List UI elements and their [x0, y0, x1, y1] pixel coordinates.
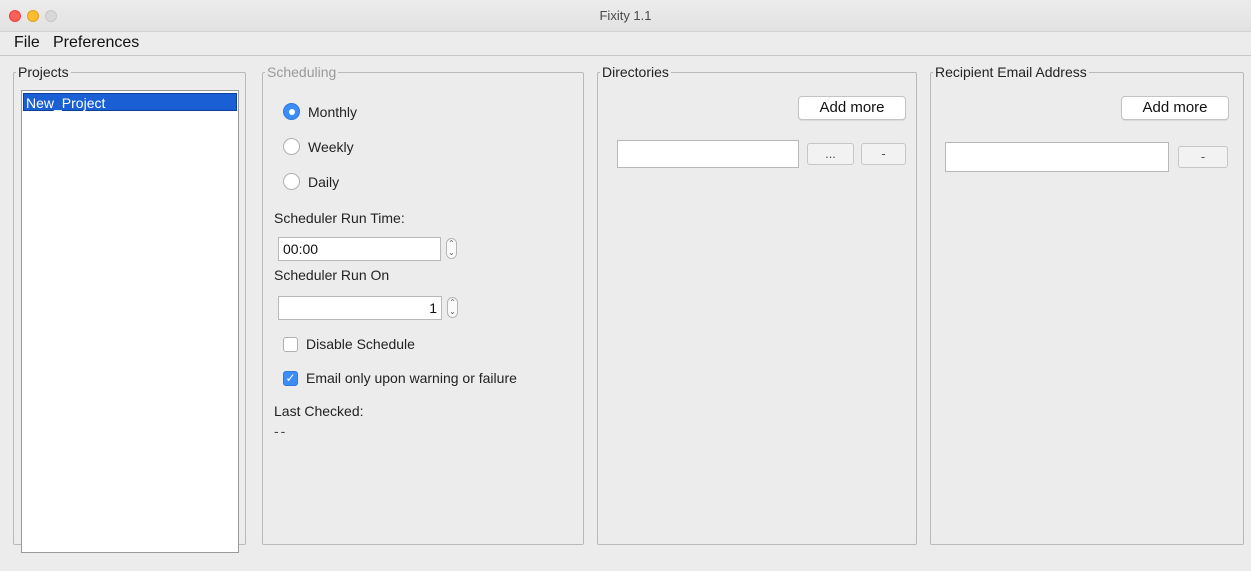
recipients-legend: Recipient Email Address	[935, 64, 1087, 80]
radio-daily[interactable]: Daily	[283, 173, 339, 190]
recipients-add-more-button[interactable]: Add more	[1121, 96, 1229, 120]
menu-preferences[interactable]: Preferences	[53, 34, 139, 52]
project-list-item[interactable]: New_Project	[23, 93, 237, 111]
projects-legend: Projects	[18, 64, 69, 80]
disable-schedule-checkbox[interactable]: Disable Schedule	[283, 336, 415, 352]
radio-monthly-label: Monthly	[308, 103, 358, 120]
recipient-email-input[interactable]	[945, 142, 1169, 172]
radio-daily-label: Daily	[308, 173, 340, 190]
checkbox-unchecked-icon[interactable]	[283, 336, 298, 352]
email-only-checkbox[interactable]: ✓ Email only upon warning or failure	[283, 370, 517, 386]
projects-panel: Projects New_Project	[13, 64, 246, 553]
directories-add-more-button[interactable]: Add more	[798, 96, 906, 120]
title-bar: Fixity 1.1	[0, 0, 1251, 32]
run-time-label: Scheduler Run Time:	[274, 210, 405, 226]
run-time-input[interactable]: 00:00	[278, 237, 441, 261]
directory-path-input[interactable]	[617, 140, 799, 168]
directory-remove-button[interactable]: -	[861, 143, 906, 165]
last-checked-value: --	[274, 423, 288, 439]
recipients-panel: Recipient Email Address Add more -	[930, 64, 1244, 545]
run-time-stepper[interactable]: ⌃ ⌄	[446, 238, 457, 259]
email-only-label: Email only upon warning or failure	[306, 370, 517, 386]
radio-unselected-icon[interactable]	[283, 173, 300, 190]
menu-file[interactable]: File	[14, 34, 40, 52]
recipient-remove-button[interactable]: -	[1178, 146, 1228, 168]
projects-list[interactable]: New_Project	[21, 90, 239, 553]
status-bar	[0, 553, 1251, 571]
checkbox-checked-icon[interactable]: ✓	[283, 370, 298, 386]
disable-schedule-label: Disable Schedule	[306, 336, 415, 352]
last-checked-label: Last Checked:	[274, 403, 364, 419]
directories-legend: Directories	[602, 64, 669, 80]
radio-monthly[interactable]: Monthly	[283, 103, 357, 120]
run-on-stepper[interactable]: ⌃ ⌄	[447, 297, 458, 318]
radio-unselected-icon[interactable]	[283, 138, 300, 155]
window-title: Fixity 1.1	[599, 8, 652, 23]
directories-panel: Directories Add more ... -	[597, 64, 917, 545]
menu-bar: File Preferences	[0, 32, 1251, 56]
run-on-label: Scheduler Run On	[274, 267, 390, 283]
scheduling-legend: Scheduling	[267, 64, 337, 80]
scheduling-panel: Scheduling Monthly Weekly Daily Schedule…	[262, 64, 584, 545]
radio-selected-icon[interactable]	[283, 103, 300, 120]
directory-browse-button[interactable]: ...	[807, 143, 854, 165]
run-on-input[interactable]: 1	[278, 296, 442, 320]
radio-weekly[interactable]: Weekly	[283, 138, 354, 155]
radio-weekly-label: Weekly	[308, 138, 354, 155]
